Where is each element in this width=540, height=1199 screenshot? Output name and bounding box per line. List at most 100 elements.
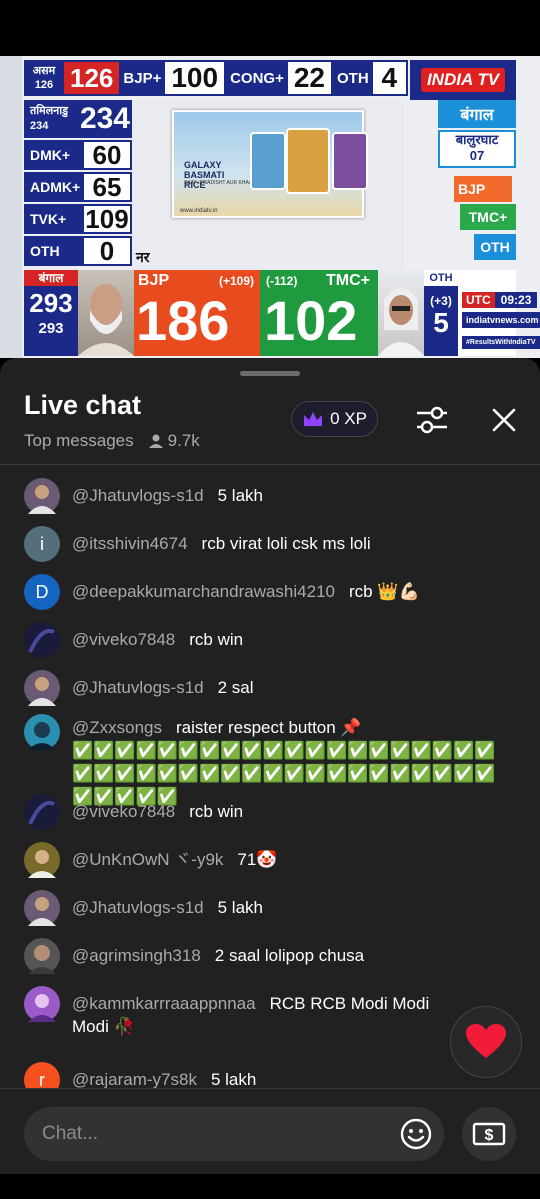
oth-row: OTH 0 bbox=[24, 236, 132, 266]
message-text: 5 lakh bbox=[217, 486, 263, 505]
message-author[interactable]: @agrimsingh318 bbox=[72, 946, 201, 965]
clock-panel: UTC 09:23 indiatvnews.com #ResultsWithIn… bbox=[458, 270, 540, 356]
video-player[interactable]: असम 126 126 BJP+ 100 CONG+ 22 OTH 4 INDI… bbox=[0, 56, 540, 358]
message-body: @deepakkumarchandrawashi4210 rcb 👑💪🏻 bbox=[72, 574, 502, 610]
chat-message[interactable]: i @itsshivin4674 rcb virat loli csk ms lo… bbox=[24, 526, 504, 562]
assam-label: असम bbox=[32, 65, 56, 77]
hashtag: #ResultsWithIndiaTV bbox=[462, 336, 540, 349]
bengal-total: 293 bbox=[29, 288, 73, 318]
message-author[interactable]: @Jhatuvlogs-s1d bbox=[72, 486, 204, 505]
chat-message[interactable]: D @deepakkumarchandrawashi4210 rcb 👑💪🏻 bbox=[24, 574, 504, 610]
header-divider bbox=[0, 464, 540, 465]
tmc-result-box: (-112) TMC+ 102 bbox=[260, 270, 378, 356]
heart-reaction-button[interactable] bbox=[450, 1006, 522, 1078]
avatar[interactable] bbox=[24, 478, 60, 514]
emoji-button[interactable] bbox=[398, 1116, 434, 1152]
avatar[interactable]: D bbox=[24, 574, 60, 610]
seat-number: 07 bbox=[469, 148, 485, 163]
message-text: rcb win bbox=[189, 802, 244, 821]
chat-message[interactable]: @viveko7848 rcb win bbox=[24, 794, 504, 830]
tamilnadu-row: तमिलनाडु 234 234 bbox=[24, 100, 132, 138]
bjp-result-box: BJP (+109) 186 bbox=[134, 270, 260, 356]
avatar-photo-icon bbox=[28, 485, 56, 514]
message-author[interactable]: @deepakkumarchandrawashi4210 bbox=[72, 582, 335, 601]
filter-settings-button[interactable] bbox=[412, 400, 452, 440]
rice-bag-image bbox=[332, 132, 368, 190]
ad-tagline: SAAF, SWADISHT AUR KHAAS bbox=[184, 180, 256, 186]
message-body: @viveko7848 rcb win bbox=[72, 794, 502, 830]
chat-message[interactable]: @viveko7848 rcb win bbox=[24, 622, 504, 658]
message-body: @agrimsingh318 2 saal lolipop chusa bbox=[72, 938, 502, 974]
chat-message[interactable]: @kammkarrraaappnnaa RCB RCB Modi Modi Mod… bbox=[24, 986, 504, 1038]
message-author[interactable]: @Jhatuvlogs-s1d bbox=[72, 898, 204, 917]
tmc-result-value: 102 bbox=[264, 289, 358, 352]
chat-subheader: Top messages 9.7k bbox=[24, 431, 200, 451]
oth-value: 4 bbox=[381, 62, 398, 93]
message-text: rcb win bbox=[189, 630, 244, 649]
close-button[interactable] bbox=[484, 400, 524, 440]
message-author[interactable]: @Jhatuvlogs-s1d bbox=[72, 678, 204, 697]
avatar[interactable] bbox=[24, 622, 60, 658]
chat-message[interactable]: @agrimsingh318 2 saal lolipop chusa bbox=[24, 938, 504, 974]
message-body: @Jhatuvlogs-s1d 5 lakh bbox=[72, 478, 502, 514]
avatar[interactable] bbox=[24, 938, 60, 974]
chat-input[interactable]: Chat... bbox=[24, 1107, 444, 1161]
tvk-row: TVK+ 109 bbox=[24, 204, 132, 234]
avatar[interactable] bbox=[24, 890, 60, 926]
drag-handle[interactable] bbox=[240, 371, 300, 376]
oth-result-box: OTH (+3) 5 bbox=[424, 270, 458, 356]
message-body: @UnKnOwN ヾ-y9k 71🤡 bbox=[72, 842, 502, 878]
tamilnadu-label-cell: तमिलनाडु 234 bbox=[26, 102, 80, 136]
leader-photo-left bbox=[78, 270, 134, 356]
message-body: @viveko7848 rcb win bbox=[72, 622, 502, 658]
heart-icon bbox=[466, 1024, 506, 1058]
crown-icon bbox=[304, 412, 323, 426]
xp-value: 0 XP bbox=[330, 409, 367, 428]
message-body: @Jhatuvlogs-s1d 2 sal bbox=[72, 670, 502, 706]
message-author[interactable]: @itsshivin4674 bbox=[72, 534, 188, 553]
person-icon bbox=[78, 284, 134, 356]
message-author[interactable]: @UnKnOwN ヾ-y9k bbox=[72, 850, 223, 869]
oth-row-label: OTH bbox=[26, 238, 84, 264]
super-chat-button[interactable]: $ bbox=[462, 1107, 516, 1161]
avatar-photo-icon bbox=[28, 801, 55, 825]
chat-message[interactable]: @Jhatuvlogs-s1d 5 lakh bbox=[24, 890, 504, 926]
chat-mode-selector[interactable]: Top messages bbox=[24, 431, 134, 451]
avatar[interactable]: i bbox=[24, 526, 60, 562]
avatar[interactable] bbox=[24, 986, 60, 1022]
oth-result-value: 5 bbox=[433, 307, 449, 338]
tamilnadu-value: 234 bbox=[79, 102, 130, 136]
dmk-row: DMK+ 60 bbox=[24, 140, 132, 170]
utc-label: UTC bbox=[462, 292, 495, 308]
message-author[interactable]: @kammkarrraaappnnaa bbox=[72, 994, 256, 1013]
message-author[interactable]: @rajaram-y7s8k bbox=[72, 1070, 197, 1089]
emoji-icon bbox=[400, 1118, 432, 1150]
assam-cong-cell: CONG+ 22 bbox=[226, 62, 333, 94]
avatar-initial: i bbox=[40, 533, 44, 554]
system-nav-bar bbox=[0, 1174, 540, 1199]
avatar-initial: D bbox=[35, 581, 49, 602]
xp-button[interactable]: 0 XP bbox=[291, 401, 378, 437]
avatar-photo-icon bbox=[28, 945, 56, 974]
avatar[interactable] bbox=[24, 670, 60, 706]
message-author[interactable]: @viveko7848 bbox=[72, 630, 175, 649]
ad-url: www.indiatv.in bbox=[180, 208, 218, 214]
chat-message[interactable]: @UnKnOwN ヾ-y9k 71🤡 bbox=[24, 842, 504, 878]
avatar[interactable] bbox=[24, 794, 60, 830]
seat-tmc: TMC+ bbox=[460, 204, 516, 230]
avatar[interactable] bbox=[24, 714, 60, 750]
avatar-photo-icon bbox=[28, 629, 55, 653]
chat-title: Live chat bbox=[24, 390, 142, 420]
message-author[interactable]: @Zxxsongs bbox=[72, 718, 162, 737]
close-icon bbox=[492, 408, 516, 432]
person-icon bbox=[378, 288, 424, 356]
chat-message[interactable]: @Jhatuvlogs-s1d 2 sal bbox=[24, 670, 504, 706]
channel-logo: INDIA TV bbox=[410, 60, 516, 100]
rice-bag-image bbox=[286, 128, 330, 194]
message-author[interactable]: @viveko7848 bbox=[72, 802, 175, 821]
viewer-count: 9.7k bbox=[148, 431, 200, 451]
avatar[interactable] bbox=[24, 842, 60, 878]
oth-row-value: 0 bbox=[99, 235, 115, 266]
tvk-label: TVK+ bbox=[26, 206, 84, 232]
chat-message[interactable]: @Jhatuvlogs-s1d 5 lakh bbox=[24, 478, 504, 514]
